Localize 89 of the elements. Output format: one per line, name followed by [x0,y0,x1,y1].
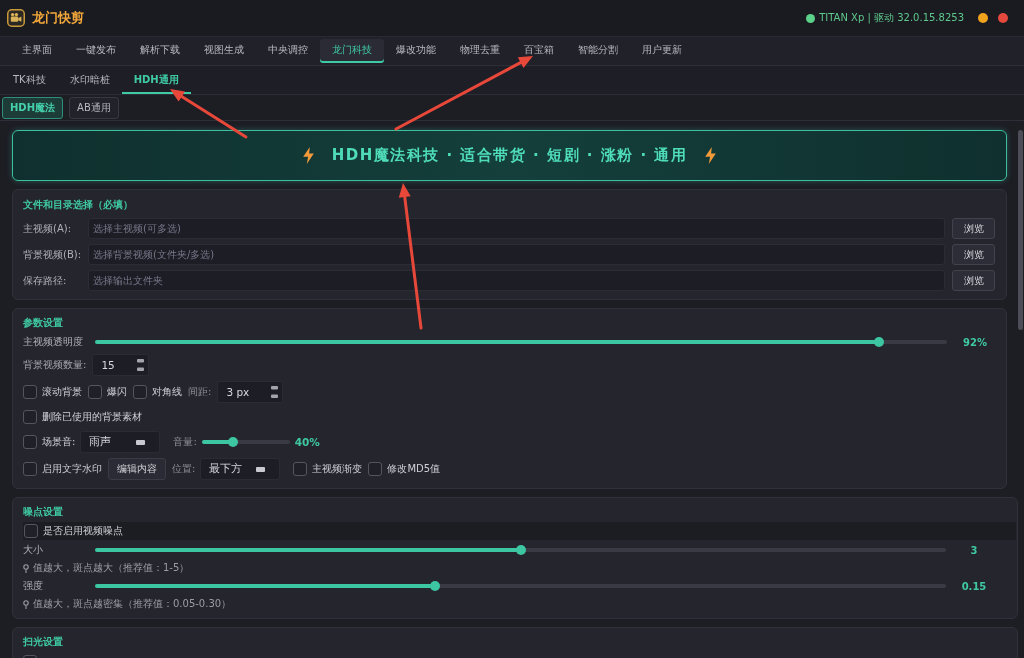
pin-icon [23,563,29,573]
path-field[interactable]: 选择输出文件夹 [88,270,945,291]
path-field[interactable]: 选择主视频(可多选) [88,218,945,239]
slider-label: 强度 [23,579,44,593]
checkbox-label: 主视频渐变 [312,462,363,476]
main-tab[interactable]: 视图生成 [192,39,256,63]
edit-button[interactable]: 编辑内容 [108,458,166,480]
slider-value: 40% [294,436,320,448]
checkbox[interactable] [293,462,308,476]
field-label: 背景视频数量: [23,358,87,372]
slider-track[interactable] [201,440,290,444]
slider-value: 3 [969,544,979,556]
checkbox-label: 是否启用视频噪点 [43,524,123,538]
slider-thumb[interactable] [227,437,238,447]
checkbox-label: 修改MD5值 [387,462,441,476]
slider-thumb[interactable] [515,545,526,555]
pin-icon [23,599,29,609]
checkbox[interactable] [88,385,102,399]
field-label: 间距: [188,385,212,399]
field-label: 背景视频(B): [23,247,83,262]
spin-box[interactable]: 3 px [217,381,284,403]
slider-label: 主视频透明度 [23,335,84,349]
scrollbar-thumb[interactable] [1018,130,1023,330]
lightning-icon [705,147,717,164]
main-tab[interactable]: 物理去重 [448,39,512,63]
sub-tab[interactable]: 水印暗桩 [57,66,122,94]
slider-thumb[interactable] [873,337,884,347]
checkbox[interactable] [23,462,37,476]
checkbox[interactable] [23,410,37,424]
checkbox-label: 滚动背景 [42,385,82,399]
main-tab[interactable]: 主界面 [10,39,64,63]
browse-button[interactable]: 浏览 [952,270,995,291]
section-title: 参数设置 [23,316,64,330]
slider-thumb[interactable] [430,581,441,591]
checkbox[interactable] [23,385,37,399]
browse-button[interactable]: 浏览 [952,218,995,239]
checkbox[interactable] [24,524,38,538]
minimize-button[interactable] [978,13,988,23]
slider-label: 大小 [23,543,44,557]
dropdown-indicator-icon [136,439,146,445]
browse-button[interactable]: 浏览 [952,244,995,265]
mode-tab[interactable]: HDH魔法 [2,96,64,119]
checkbox-label: 对角线 [152,385,182,399]
main-tab[interactable]: 龙门科技 [320,39,384,63]
slider-track[interactable] [95,340,947,344]
main-tab[interactable]: 爆改功能 [384,39,448,63]
spin-box[interactable]: 15 [92,354,149,376]
main-tab[interactable]: 智能分割 [566,39,630,63]
checkbox-label: 场景音: [42,435,76,449]
hint-text: 值越大，斑点越密集（推荐值：0.05-0.30） [33,597,232,611]
sub-tab[interactable]: TK科技 [1,66,58,94]
slider-track[interactable] [95,584,946,588]
field-label: 音量: [173,435,197,449]
mode-tab[interactable]: AB通用 [69,96,119,119]
main-tab[interactable]: 一键发布 [64,39,128,63]
field-label: 位置: [172,462,196,476]
dropdown[interactable]: 最下方 [200,458,281,480]
field-label: 保存路径: [23,273,68,288]
checkbox[interactable] [133,385,147,399]
section-title: 噪点设置 [23,505,64,519]
slider-value: 92% [962,336,988,348]
status-dot-icon [806,13,816,23]
slider-value: 0.15 [960,580,988,592]
section-title: 扫光设置 [23,635,64,649]
main-tab[interactable]: 解析下载 [128,39,192,63]
checkbox[interactable] [368,462,383,476]
main-tab[interactable]: 百宝箱 [512,39,566,63]
dropdown-indicator-icon [256,466,266,472]
app-title: 龙门快剪 [32,9,84,27]
path-field[interactable]: 选择背景视频(文件夹/多选) [88,244,945,265]
field-label: 主视频(A): [23,221,72,236]
hint-text: 值越大，斑点越大（推荐值：1-5） [33,561,190,575]
section-title: 文件和目录选择（必填） [23,198,134,212]
checkbox-label: 启用文字水印 [42,462,102,476]
checkbox-label: 删除已使用的背景素材 [42,410,142,424]
checkbox[interactable] [23,435,37,449]
close-button[interactable] [998,13,1008,23]
lightning-icon [302,147,314,164]
stepper-icon [271,385,279,399]
dropdown[interactable]: 雨声 [80,431,161,453]
stepper-icon [136,358,144,372]
main-tab[interactable]: 用户更新 [630,39,694,63]
main-tab[interactable]: 中央调控 [256,39,320,63]
slider-track[interactable] [95,548,946,552]
camera-icon [7,9,25,27]
sub-tab[interactable]: HDH通用 [121,66,191,94]
gpu-status-text: TITAN Xp | 驱动 32.0.15.8253 [819,11,964,25]
checkbox-label: 爆闪 [107,385,127,399]
banner-text: HDH魔法科技 · 适合带货 · 短剧 · 涨粉 · 通用 [331,146,688,165]
